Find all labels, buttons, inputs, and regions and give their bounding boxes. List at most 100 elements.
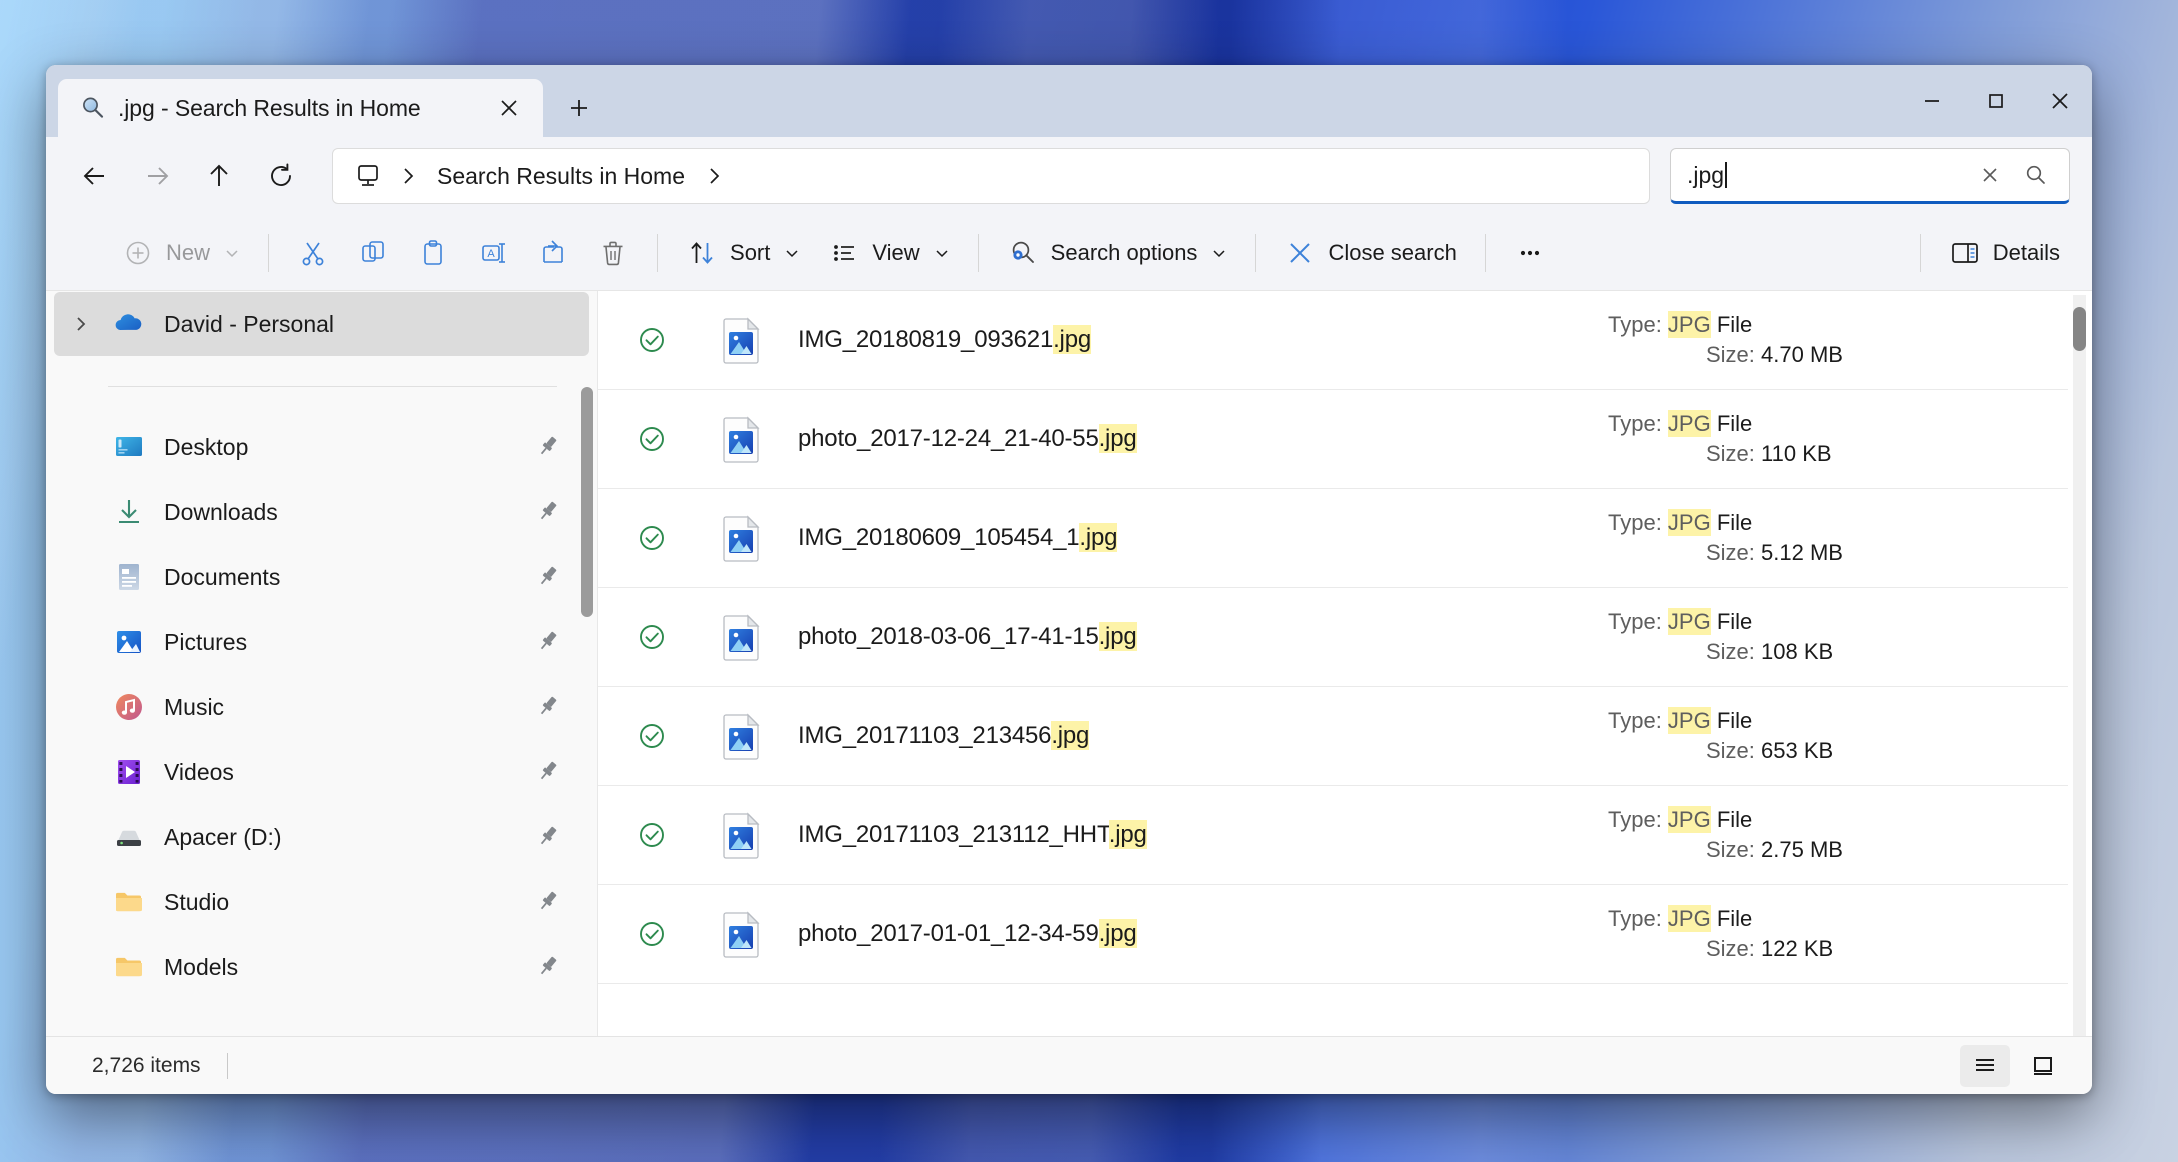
sidebar-item-apacer-d[interactable]: Apacer (D:) bbox=[54, 805, 589, 869]
pin-icon[interactable] bbox=[535, 888, 563, 916]
type-label: Type: bbox=[1608, 411, 1668, 436]
toolbar-divider-2 bbox=[657, 233, 659, 272]
file-row[interactable]: IMG_20171103_213456.jpg Type: JPG File Siz… bbox=[598, 687, 2068, 786]
pin-icon[interactable] bbox=[535, 628, 563, 656]
sync-status-icon bbox=[632, 621, 672, 653]
maximize-button[interactable] bbox=[1964, 65, 2028, 137]
videos-icon bbox=[112, 755, 146, 789]
type-value-suffix: File bbox=[1710, 411, 1753, 436]
close-search-button[interactable]: Close search bbox=[1270, 227, 1470, 279]
sidebar-scrollbar-thumb[interactable] bbox=[581, 387, 593, 617]
sidebar-item-videos[interactable]: Videos bbox=[54, 740, 589, 804]
sidebar-item-label: Videos bbox=[164, 758, 234, 785]
file-row[interactable]: IMG_20180819_093621.jpg Type: JPG File Siz… bbox=[598, 291, 2068, 390]
sidebar-item-documents[interactable]: Documents bbox=[54, 545, 589, 609]
title-bar: .jpg - Search Results in Home bbox=[46, 65, 2092, 137]
view-button[interactable]: View bbox=[814, 227, 963, 279]
search-box[interactable]: .jpg bbox=[1670, 148, 2070, 204]
back-button[interactable] bbox=[64, 149, 126, 203]
cut-button[interactable] bbox=[283, 227, 343, 279]
file-row[interactable]: IMG_20171103_213112_HHT.jpg Type: JPG Fil… bbox=[598, 786, 2068, 885]
tab-close-button[interactable] bbox=[489, 88, 529, 128]
file-name-extension-highlight: .jpg bbox=[1098, 424, 1137, 453]
search-input[interactable]: .jpg bbox=[1687, 162, 1967, 189]
details-view-toggle[interactable] bbox=[1960, 1044, 2010, 1087]
file-name: photo_2017-12-24_21-40-55.jpg bbox=[798, 424, 1137, 453]
jpg-file-icon bbox=[714, 513, 770, 563]
pin-icon[interactable] bbox=[535, 563, 563, 591]
plus-circle-icon bbox=[122, 237, 154, 269]
rename-button[interactable]: A bbox=[463, 227, 523, 279]
size-label: Size: bbox=[1706, 540, 1762, 565]
pin-icon[interactable] bbox=[535, 953, 563, 981]
paste-button[interactable] bbox=[403, 227, 463, 279]
sidebar-item-desktop[interactable]: Desktop bbox=[54, 415, 589, 479]
close-window-button[interactable] bbox=[2028, 65, 2092, 137]
download-icon bbox=[112, 495, 146, 529]
type-value-highlight: JPG bbox=[1667, 509, 1711, 536]
scissors-icon bbox=[297, 237, 329, 269]
sidebar-item-pictures[interactable]: Pictures bbox=[54, 610, 589, 674]
file-row[interactable]: IMG_20180609_105454_1.jpg Type: JPG File S… bbox=[598, 489, 2068, 588]
sort-button[interactable]: Sort bbox=[672, 227, 814, 279]
new-button[interactable]: New bbox=[108, 227, 254, 279]
new-tab-button[interactable] bbox=[559, 88, 599, 128]
delete-button[interactable] bbox=[583, 227, 643, 279]
status-bar: 2,726 items bbox=[46, 1036, 2092, 1094]
search-options-button[interactable]: Search options bbox=[993, 227, 1242, 279]
large-icons-view-toggle[interactable] bbox=[2018, 1045, 2068, 1087]
file-meta: Type: JPG File Size: 2.75 MB bbox=[1608, 786, 1843, 884]
size-value: 2.75 MB bbox=[1761, 837, 1843, 862]
view-list-icon bbox=[828, 237, 860, 269]
toolbar-divider bbox=[268, 233, 270, 272]
file-meta: Type: JPG File Size: 653 KB bbox=[1608, 687, 1833, 785]
sidebar-item-studio[interactable]: Studio bbox=[54, 870, 589, 934]
breadcrumb-separator-icon bbox=[393, 165, 423, 187]
pin-icon[interactable] bbox=[535, 693, 563, 721]
pin-icon[interactable] bbox=[535, 433, 563, 461]
file-list-scrollbar-thumb[interactable] bbox=[2073, 307, 2086, 351]
breadcrumb-trailing-chevron-icon[interactable] bbox=[699, 165, 729, 187]
size-label: Size: bbox=[1706, 936, 1762, 961]
breadcrumb-search-results[interactable]: Search Results in Home bbox=[427, 159, 695, 194]
size-value: 653 KB bbox=[1761, 738, 1834, 763]
sidebar-item-downloads[interactable]: Downloads bbox=[54, 480, 589, 544]
this-pc-icon[interactable] bbox=[347, 162, 389, 190]
command-bar: New A Sort View Search options Close sea… bbox=[46, 215, 2092, 291]
pin-icon[interactable] bbox=[535, 758, 563, 786]
file-name: IMG_20171103_213112_HHT.jpg bbox=[798, 820, 1147, 849]
sidebar-item-models[interactable]: Models bbox=[54, 935, 589, 999]
sidebar-item-list: Desktop Downloads Documents Pictures Music Vi… bbox=[46, 415, 597, 999]
tab-search-results[interactable]: .jpg - Search Results in Home bbox=[58, 79, 543, 137]
sync-status-icon bbox=[632, 522, 672, 554]
clear-search-icon[interactable] bbox=[1967, 152, 2013, 198]
sync-status-icon bbox=[632, 324, 672, 356]
file-row[interactable]: photo_2018-03-06_17-41-15.jpg Type: JPG F… bbox=[598, 588, 2068, 687]
share-button[interactable] bbox=[523, 227, 583, 279]
up-button[interactable] bbox=[188, 149, 250, 203]
pin-icon[interactable] bbox=[535, 498, 563, 526]
file-list-scrollbar-track[interactable] bbox=[2073, 295, 2086, 1036]
file-row[interactable]: photo_2017-12-24_21-40-55.jpg Type: JPG F… bbox=[598, 390, 2068, 489]
pin-icon[interactable] bbox=[535, 823, 563, 851]
documents-icon bbox=[112, 560, 146, 594]
refresh-button[interactable] bbox=[250, 149, 312, 203]
address-bar[interactable]: Search Results in Home bbox=[332, 148, 1650, 204]
item-count-label: 2,726 items bbox=[92, 1053, 201, 1077]
overflow-button[interactable] bbox=[1500, 227, 1560, 279]
sync-status-icon bbox=[632, 720, 672, 752]
sidebar-item-label: Documents bbox=[164, 563, 281, 590]
submit-search-icon[interactable] bbox=[2013, 152, 2059, 198]
forward-button[interactable] bbox=[126, 149, 188, 203]
sidebar-item-music[interactable]: Music bbox=[54, 675, 589, 739]
file-meta: Type: JPG File Size: 5.12 MB bbox=[1608, 489, 1843, 587]
file-row[interactable]: photo_2017-01-01_12-34-59.jpg Type: JPG F… bbox=[598, 885, 2068, 984]
minimize-button[interactable] bbox=[1900, 65, 1964, 137]
file-name: photo_2017-01-01_12-34-59.jpg bbox=[798, 919, 1137, 948]
details-pane-button[interactable]: Details bbox=[1935, 227, 2074, 279]
sidebar-item-onedrive-account[interactable]: David - Personal bbox=[54, 292, 589, 356]
copy-button[interactable] bbox=[343, 227, 403, 279]
address-row: Search Results in Home .jpg bbox=[46, 137, 2092, 215]
chevron-right-icon[interactable] bbox=[68, 311, 94, 337]
toolbar-divider-6 bbox=[1919, 233, 1921, 272]
